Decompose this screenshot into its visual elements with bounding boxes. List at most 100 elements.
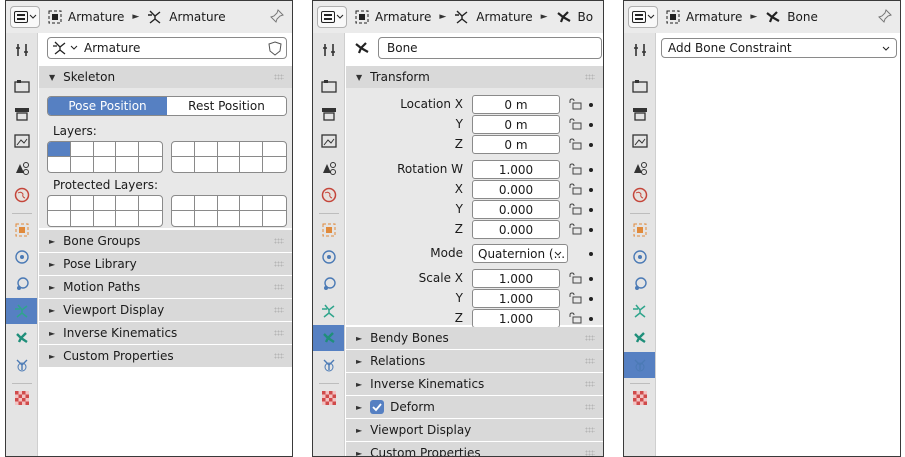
drag-grip-icon[interactable] xyxy=(585,450,595,456)
viewport-display-section-header[interactable]: ► Viewport Display xyxy=(39,299,292,321)
lock-icon[interactable] xyxy=(568,223,582,238)
armature-data-tab-icon[interactable] xyxy=(624,298,655,324)
world-tab-icon[interactable] xyxy=(624,182,655,208)
modifiers-tab-icon[interactable] xyxy=(313,244,344,270)
layer-button[interactable] xyxy=(48,211,71,226)
bone-constraint-tab-icon[interactable] xyxy=(624,352,655,378)
layer-button[interactable] xyxy=(172,211,195,226)
transform-value-field[interactable]: 1.000 xyxy=(472,309,560,328)
bone-name-field[interactable]: Bone xyxy=(378,37,602,59)
deform-section-header[interactable]: ► Deform xyxy=(346,396,603,418)
output-tab-icon[interactable] xyxy=(6,101,37,127)
scene-tab-icon[interactable] xyxy=(624,155,655,181)
layer-button[interactable] xyxy=(116,142,140,157)
motion-paths-section-header[interactable]: ► Motion Paths xyxy=(39,276,292,298)
keyframe-dot-icon[interactable] xyxy=(589,228,593,232)
layer-button[interactable] xyxy=(172,142,195,157)
layer-button[interactable] xyxy=(139,142,162,157)
layer-button[interactable] xyxy=(195,211,218,226)
lock-icon[interactable] xyxy=(568,138,582,153)
keyframe-dot-icon[interactable] xyxy=(589,277,593,281)
custom-properties-section-header[interactable]: ► Custom Properties xyxy=(39,345,292,367)
layer-button[interactable] xyxy=(218,211,241,226)
bone-groups-section-header[interactable]: ► Bone Groups xyxy=(39,230,292,252)
pin-icon[interactable] xyxy=(270,9,284,26)
texture-tab-icon[interactable] xyxy=(6,385,37,411)
texture-tab-icon[interactable] xyxy=(624,385,655,411)
layer-button[interactable] xyxy=(139,157,162,172)
layer-button[interactable] xyxy=(217,142,241,157)
transform-value-field[interactable]: 1.000 xyxy=(472,269,560,288)
tool-tab-icon[interactable] xyxy=(6,37,37,63)
layer-button[interactable] xyxy=(218,157,241,172)
armature-data-tab-icon[interactable] xyxy=(313,298,344,324)
rotation-mode-value[interactable]: Quaternion (... xyxy=(478,247,565,261)
physics-tab-icon[interactable] xyxy=(313,271,344,297)
layer-button[interactable] xyxy=(70,196,94,211)
keyframe-dot-icon[interactable] xyxy=(589,188,593,192)
transform-value-field[interactable]: 0 m xyxy=(472,115,560,134)
layer-button[interactable] xyxy=(172,196,195,211)
layer-button[interactable] xyxy=(116,157,140,172)
lock-icon[interactable] xyxy=(568,312,582,327)
rest-position-button[interactable]: Rest Position xyxy=(167,97,286,115)
object-tab-icon[interactable] xyxy=(6,217,37,243)
lock-icon[interactable] xyxy=(568,272,582,287)
layer-button[interactable] xyxy=(240,157,264,172)
scene-tab-icon[interactable] xyxy=(313,155,344,181)
layer-button[interactable] xyxy=(71,211,94,226)
keyframe-dot-icon[interactable] xyxy=(589,208,593,212)
lock-icon[interactable] xyxy=(568,183,582,198)
drag-grip-icon[interactable] xyxy=(274,238,284,244)
layer-button[interactable] xyxy=(240,211,264,226)
view-layer-tab-icon[interactable] xyxy=(313,128,344,154)
bone-constraint-tab-icon[interactable] xyxy=(6,352,37,378)
tool-tab-icon[interactable] xyxy=(313,37,344,63)
modifiers-tab-icon[interactable] xyxy=(624,244,655,270)
drag-grip-icon[interactable] xyxy=(585,358,595,364)
skeleton-section-header[interactable]: ▼ Skeleton xyxy=(39,66,292,88)
layer-button[interactable] xyxy=(195,157,218,172)
editor-type-button[interactable] xyxy=(317,6,347,28)
physics-tab-icon[interactable] xyxy=(624,271,655,297)
scene-tab-icon[interactable] xyxy=(6,155,37,181)
viewport-display-section-header[interactable]: ► Viewport Display xyxy=(346,419,603,441)
keyframe-dot-icon[interactable] xyxy=(589,143,593,147)
layer-button[interactable] xyxy=(263,157,286,172)
drag-grip-icon[interactable] xyxy=(585,74,595,80)
datablock-selector[interactable]: Armature xyxy=(47,37,287,59)
transform-value-field[interactable]: 0.000 xyxy=(472,200,560,219)
modifiers-tab-icon[interactable] xyxy=(6,244,37,270)
layer-button[interactable] xyxy=(194,196,218,211)
render-tab-icon[interactable] xyxy=(6,73,37,99)
keyframe-dot-icon[interactable] xyxy=(589,252,593,256)
drag-grip-icon[interactable] xyxy=(274,74,284,80)
pin-icon[interactable] xyxy=(878,9,892,26)
drag-grip-icon[interactable] xyxy=(274,307,284,313)
fake-user-shield-icon[interactable] xyxy=(268,41,282,59)
lock-icon[interactable] xyxy=(568,203,582,218)
layer-button[interactable] xyxy=(94,211,117,226)
drag-grip-icon[interactable] xyxy=(585,404,595,410)
drag-grip-icon[interactable] xyxy=(274,284,284,290)
inverse-kinematics-section-header[interactable]: ► Inverse Kinematics xyxy=(39,322,292,344)
editor-type-button[interactable] xyxy=(628,6,658,28)
layer-button[interactable] xyxy=(263,211,286,226)
view-layer-tab-icon[interactable] xyxy=(6,128,37,154)
keyframe-dot-icon[interactable] xyxy=(589,103,593,107)
bone-tab-icon[interactable] xyxy=(6,325,37,351)
layer-button[interactable] xyxy=(217,196,241,211)
keyframe-dot-icon[interactable] xyxy=(589,297,593,301)
object-tab-icon[interactable] xyxy=(624,217,655,243)
transform-value-field[interactable]: 0.000 xyxy=(472,180,560,199)
add-bone-constraint-dropdown[interactable]: Add Bone Constraint xyxy=(661,38,897,58)
texture-tab-icon[interactable] xyxy=(313,385,344,411)
layer-button[interactable] xyxy=(139,196,162,211)
custom-properties-section-header[interactable]: ► Custom Properties xyxy=(346,442,603,456)
render-tab-icon[interactable] xyxy=(313,73,344,99)
keyframe-dot-icon[interactable] xyxy=(589,317,593,321)
bone-tab-icon[interactable] xyxy=(313,325,344,351)
bone-tab-icon[interactable] xyxy=(624,325,655,351)
deform-checkbox[interactable] xyxy=(370,400,385,414)
transform-value-field[interactable]: 1.000 xyxy=(472,289,560,308)
